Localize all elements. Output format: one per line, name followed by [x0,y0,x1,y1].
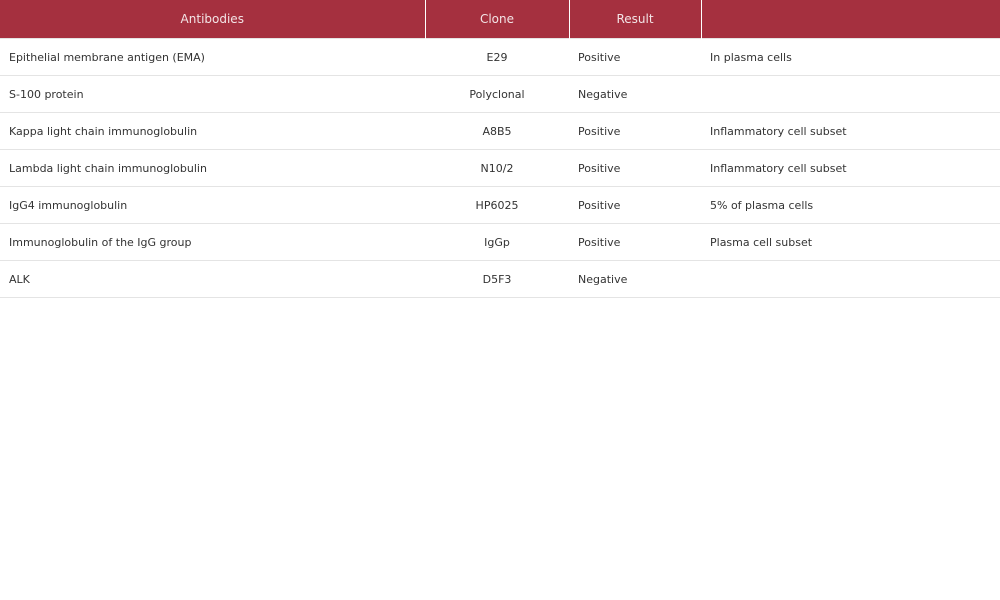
result-cell: Positive [569,38,701,76]
table-body: Epithelial membrane antigen (EMA) E29 Po… [0,38,1000,298]
table-row: S-100 protein Polyclonal Negative [0,75,1000,113]
note-cell: Plasma cell subset [701,223,1000,261]
antibody-cell: Lambda light chain immunoglobulin [0,149,425,187]
table-row: Kappa light chain immunoglobulin A8B5 Po… [0,112,1000,150]
clone-cell: Polyclonal [425,75,569,113]
antibody-cell: Immunoglobulin of the IgG group [0,223,425,261]
table-header-row: Antibodies Clone Result [0,0,1000,39]
note-cell: 5% of plasma cells [701,186,1000,224]
clone-cell: N10/2 [425,149,569,187]
note-cell [701,260,1000,298]
column-header-antibodies: Antibodies [0,0,426,39]
table-row: Epithelial membrane antigen (EMA) E29 Po… [0,38,1000,76]
column-header-clone: Clone [425,0,570,39]
antibody-cell: S-100 protein [0,75,425,113]
note-cell: In plasma cells [701,38,1000,76]
result-cell: Negative [569,75,701,113]
clone-cell: HP6025 [425,186,569,224]
antibody-cell: Kappa light chain immunoglobulin [0,112,425,150]
antibody-table: Antibodies Clone Result Epithelial membr… [0,0,1000,298]
result-cell: Positive [569,149,701,187]
table-row: IgG4 immunoglobulin HP6025 Positive 5% o… [0,186,1000,224]
clone-cell: E29 [425,38,569,76]
result-cell: Positive [569,186,701,224]
table-row: Immunoglobulin of the IgG group IgGp Pos… [0,223,1000,261]
antibody-cell: Epithelial membrane antigen (EMA) [0,38,425,76]
antibody-table-container: Antibodies Clone Result Epithelial membr… [0,0,1000,298]
result-cell: Negative [569,260,701,298]
result-cell: Positive [569,112,701,150]
note-cell [701,75,1000,113]
clone-cell: D5F3 [425,260,569,298]
note-cell: Inflammatory cell subset [701,149,1000,187]
antibody-cell: IgG4 immunoglobulin [0,186,425,224]
clone-cell: A8B5 [425,112,569,150]
table-row: Lambda light chain immunoglobulin N10/2 … [0,149,1000,187]
column-header-notes [701,0,1000,39]
result-cell: Positive [569,223,701,261]
clone-cell: IgGp [425,223,569,261]
column-header-result: Result [569,0,702,39]
table-row: ALK D5F3 Negative [0,260,1000,298]
table-header: Antibodies Clone Result [0,0,1000,39]
note-cell: Inflammatory cell subset [701,112,1000,150]
antibody-cell: ALK [0,260,425,298]
